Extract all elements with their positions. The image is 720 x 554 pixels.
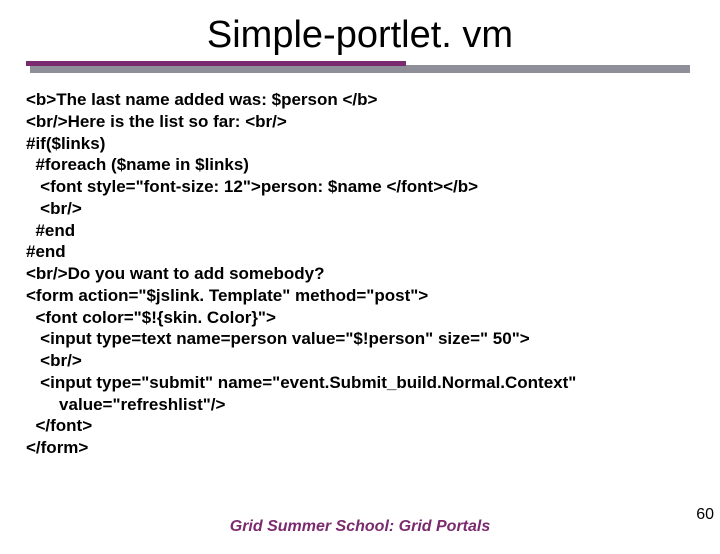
page-number: 60 [696,506,714,524]
code-block: <b>The last name added was: $person </b>… [26,89,694,459]
slide-footer: Grid Summer School: Grid Portals [0,518,720,536]
title-underline [30,61,690,73]
slide-title: Simple-portlet. vm [0,14,720,57]
